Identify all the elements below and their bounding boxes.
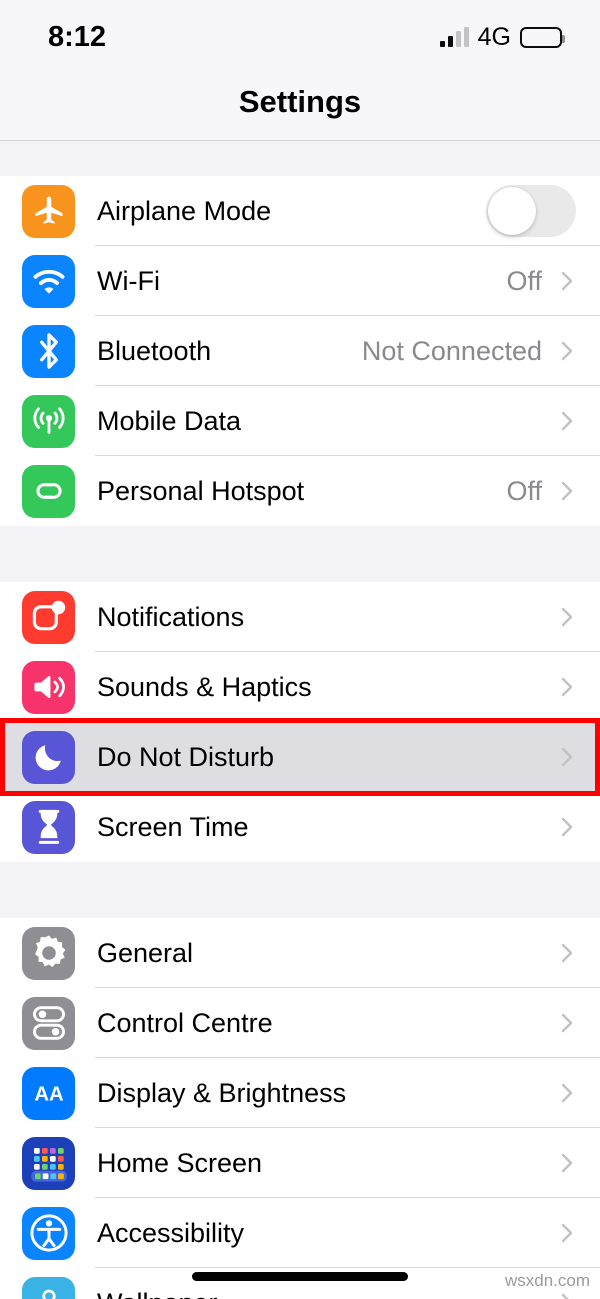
settings-row-label: Notifications	[97, 601, 245, 632]
settings-row-sounds-haptics[interactable]: Sounds & Haptics	[0, 652, 600, 722]
battery-icon	[520, 26, 565, 48]
settings-row-value: Not Connected	[361, 335, 542, 366]
cellular-signal-icon	[439, 27, 469, 47]
chevron-right-icon	[556, 746, 578, 768]
chevron-right-icon	[556, 1012, 578, 1034]
chevron-right-icon	[556, 606, 578, 628]
settings-row-label: Mobile Data	[97, 405, 242, 436]
gear-icon	[22, 926, 75, 980]
group-gap-connectivity	[0, 141, 600, 176]
settings-row-value: Off	[506, 265, 542, 296]
settings-row-label: Screen Time	[97, 811, 249, 842]
svg-text:AA: AA	[34, 1083, 64, 1105]
settings-row-label: Control Centre	[97, 1007, 273, 1038]
group-gap-notifications	[0, 526, 600, 582]
settings-row-label: Wi-Fi	[97, 265, 160, 296]
chevron-right-icon	[556, 1292, 578, 1299]
chevron-right-icon	[556, 816, 578, 838]
status-bar-indicators: 4G	[439, 22, 565, 51]
wallpaper-icon	[22, 1276, 75, 1299]
hotspot-links-icon	[22, 464, 75, 518]
settings-row-label: Personal Hotspot	[97, 475, 305, 506]
settings-row-label: General	[97, 937, 194, 968]
wifi-icon	[22, 254, 75, 308]
chevron-right-icon	[556, 676, 578, 698]
speaker-icon	[22, 660, 75, 714]
chevron-right-icon	[556, 1152, 578, 1174]
toggle-airplane-mode[interactable]	[486, 185, 576, 237]
settings-row-label: Bluetooth	[97, 335, 212, 366]
settings-row-bluetooth[interactable]: Bluetooth Not Connected	[0, 316, 600, 386]
display-brightness-aa-icon: AA	[22, 1066, 75, 1120]
bluetooth-icon	[22, 324, 75, 378]
settings-row-display-brightness[interactable]: AA Display & Brightness	[0, 1058, 600, 1128]
settings-row-label: Sounds & Haptics	[97, 671, 312, 702]
settings-list: Airplane Mode Wi-Fi Off Bluetooth Not Conne…	[0, 141, 600, 1299]
airplane-icon	[22, 184, 75, 238]
chevron-right-icon	[556, 1082, 578, 1104]
settings-row-label: Accessibility	[97, 1217, 245, 1248]
settings-group-connectivity: Airplane Mode Wi-Fi Off Bluetooth Not Conne…	[0, 176, 600, 526]
settings-row-label: Home Screen	[97, 1147, 263, 1178]
settings-row-general[interactable]: General	[0, 918, 600, 988]
chevron-right-icon	[556, 270, 578, 292]
settings-row-mobile-data[interactable]: Mobile Data	[0, 386, 600, 456]
moon-icon	[22, 730, 75, 784]
hourglass-icon	[22, 800, 75, 854]
network-type-label: 4G	[477, 22, 511, 51]
settings-row-personal-hotspot[interactable]: Personal Hotspot Off	[0, 456, 600, 526]
watermark: wsxdn.com	[504, 1271, 590, 1290]
settings-row-label: Airplane Mode	[97, 195, 272, 226]
settings-row-label: Display & Brightness	[97, 1077, 347, 1108]
control-centre-icon	[22, 996, 75, 1050]
chevron-right-icon	[556, 1222, 578, 1244]
page-title: Settings	[238, 84, 362, 119]
status-bar: 8:12 4G	[0, 0, 600, 68]
settings-row-airplane-mode[interactable]: Airplane Mode	[0, 176, 600, 246]
settings-group-system: General Control Centre AA Display & Brigh…	[0, 918, 600, 1299]
chevron-right-icon	[556, 340, 578, 362]
settings-row-screen-time[interactable]: Screen Time	[0, 792, 600, 862]
iphone-settings-screen: 8:12 4G Settings Airplane Mode Wi-Fi Off B…	[0, 0, 600, 1299]
settings-row-wi-fi[interactable]: Wi-Fi Off	[0, 246, 600, 316]
settings-row-accessibility[interactable]: Accessibility	[0, 1198, 600, 1268]
settings-group-notifications: Notifications Sounds & Haptics Do Not Dis…	[0, 582, 600, 862]
cellular-antenna-icon	[22, 394, 75, 448]
home-screen-icon	[22, 1136, 75, 1190]
settings-row-notifications[interactable]: Notifications	[0, 582, 600, 652]
chevron-right-icon	[556, 480, 578, 502]
chevron-right-icon	[556, 942, 578, 964]
settings-row-value: Off	[506, 475, 542, 506]
accessibility-icon	[22, 1206, 75, 1260]
navigation-bar: Settings	[0, 68, 600, 141]
settings-row-do-not-disturb[interactable]: Do Not Disturb	[0, 722, 600, 792]
settings-row-home-screen[interactable]: Home Screen	[0, 1128, 600, 1198]
toggle-knob	[488, 187, 536, 235]
settings-row-control-centre[interactable]: Control Centre	[0, 988, 600, 1058]
home-indicator	[192, 1272, 408, 1281]
settings-row-label: Wallpaper	[97, 1288, 556, 1299]
chevron-right-icon	[556, 410, 578, 432]
status-bar-time: 8:12	[48, 20, 107, 53]
group-gap-system	[0, 862, 600, 918]
settings-row-label: Do Not Disturb	[97, 741, 275, 772]
notifications-icon	[22, 590, 75, 644]
